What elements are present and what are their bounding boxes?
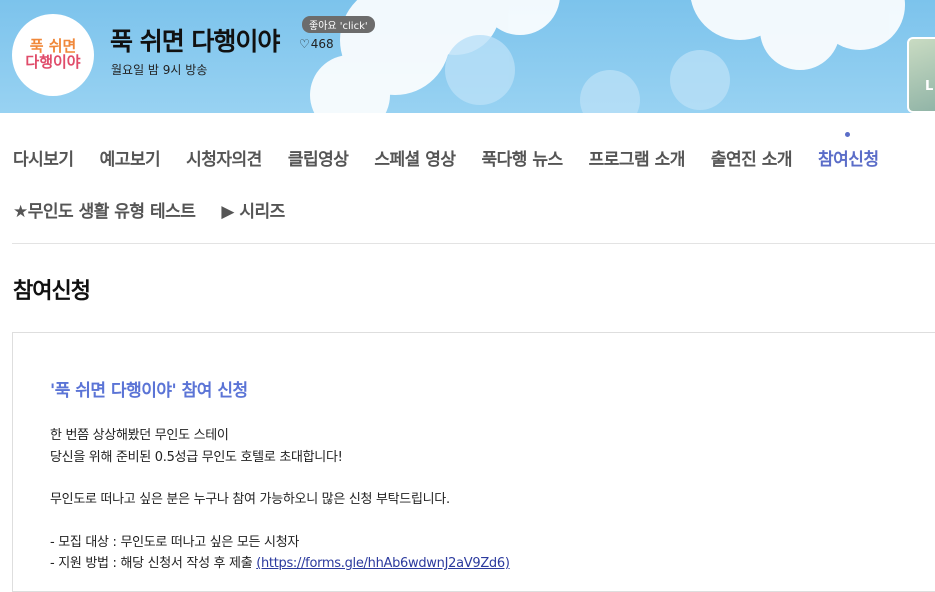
nav-item-island-test[interactable]: ★무인도 생활 유형 테스트 [13, 197, 196, 227]
nav-row-1: 다시보기 예고보기 시청자의견 클립영상 스페셜 영상 푹다행 뉴스 프로그램 … [13, 132, 905, 175]
logo-line-2: 다행이야 [25, 53, 81, 71]
notice-line: 무인도로 떠나고 싶은 분은 누구나 참여 가능하오니 많은 신청 부탁드립니다… [50, 492, 450, 507]
notice-line: - 지원 방법 : 해당 신청서 작성 후 제출 [50, 556, 257, 571]
notice-title: '푹 쉬면 다행이야' 참여 신청 [50, 381, 248, 401]
program-header: 푹 쉬면 다행이야 푹 쉬면 다행이야 좋아요 'click' ♡468 월요일… [0, 0, 935, 113]
nav-item-viewer-opinions[interactable]: 시청자의견 [186, 145, 262, 175]
application-form-link[interactable]: (https://forms.gle/hhAb6wdwnJ2aV9Zd6) [256, 556, 510, 571]
notice-card: '푹 쉬면 다행이야' 참여 신청 한 번쯤 상상해봤던 무인도 스테이 당신을… [12, 332, 935, 592]
nav-item-cast[interactable]: 출연진 소개 [711, 145, 793, 175]
notice-line-with-link: - 지원 방법 : 해당 신청서 작성 후 제출 (https://forms.… [50, 553, 510, 575]
nav-row-2: ★무인도 생활 유형 테스트 ▶ 시리즈 [13, 197, 311, 227]
nav-item-replay[interactable]: 다시보기 [13, 145, 74, 175]
notice-line: - 모집 대상 : 무인도로 떠나고 싶은 모든 시청자 [50, 534, 300, 550]
heart-icon: ♡ [299, 37, 310, 51]
notice-body: 한 번쯤 상상해봤던 무인도 스테이 당신을 위해 준비된 0.5성급 무인도 … [50, 425, 510, 575]
nav-divider [12, 243, 935, 244]
notice-line: 한 번쯤 상상해봤던 무인도 스테이 [50, 428, 229, 443]
nav-item-clips[interactable]: 클립영상 [288, 145, 349, 175]
program-title: 푹 쉬면 다행이야 [110, 27, 280, 56]
nav-item-program-info[interactable]: 프로그램 소개 [589, 145, 686, 175]
like-counter: ♡468 [299, 37, 334, 51]
like-button[interactable]: 좋아요 'click' [302, 16, 375, 33]
page-title: 참여신청 [13, 279, 91, 304]
nav-item-news[interactable]: 푹다행 뉴스 [482, 145, 564, 175]
nav-item-apply[interactable]: 참여신청 [818, 132, 879, 175]
nav-item-special-videos[interactable]: 스페셜 영상 [374, 145, 456, 175]
program-logo[interactable]: 푹 쉬면 다행이야 [12, 14, 94, 96]
side-banner-label: L [925, 79, 934, 94]
side-banner-thumbnail[interactable]: L [907, 37, 935, 113]
nav-item-preview[interactable]: 예고보기 [100, 145, 161, 175]
nav-item-series[interactable]: ▶ 시리즈 [221, 197, 285, 227]
broadcast-schedule: 월요일 밤 9시 방송 [111, 63, 208, 77]
notice-line: 당신을 위해 준비된 0.5성급 무인도 호텔로 초대합니다! [50, 449, 343, 465]
like-count-value: 468 [310, 37, 334, 51]
